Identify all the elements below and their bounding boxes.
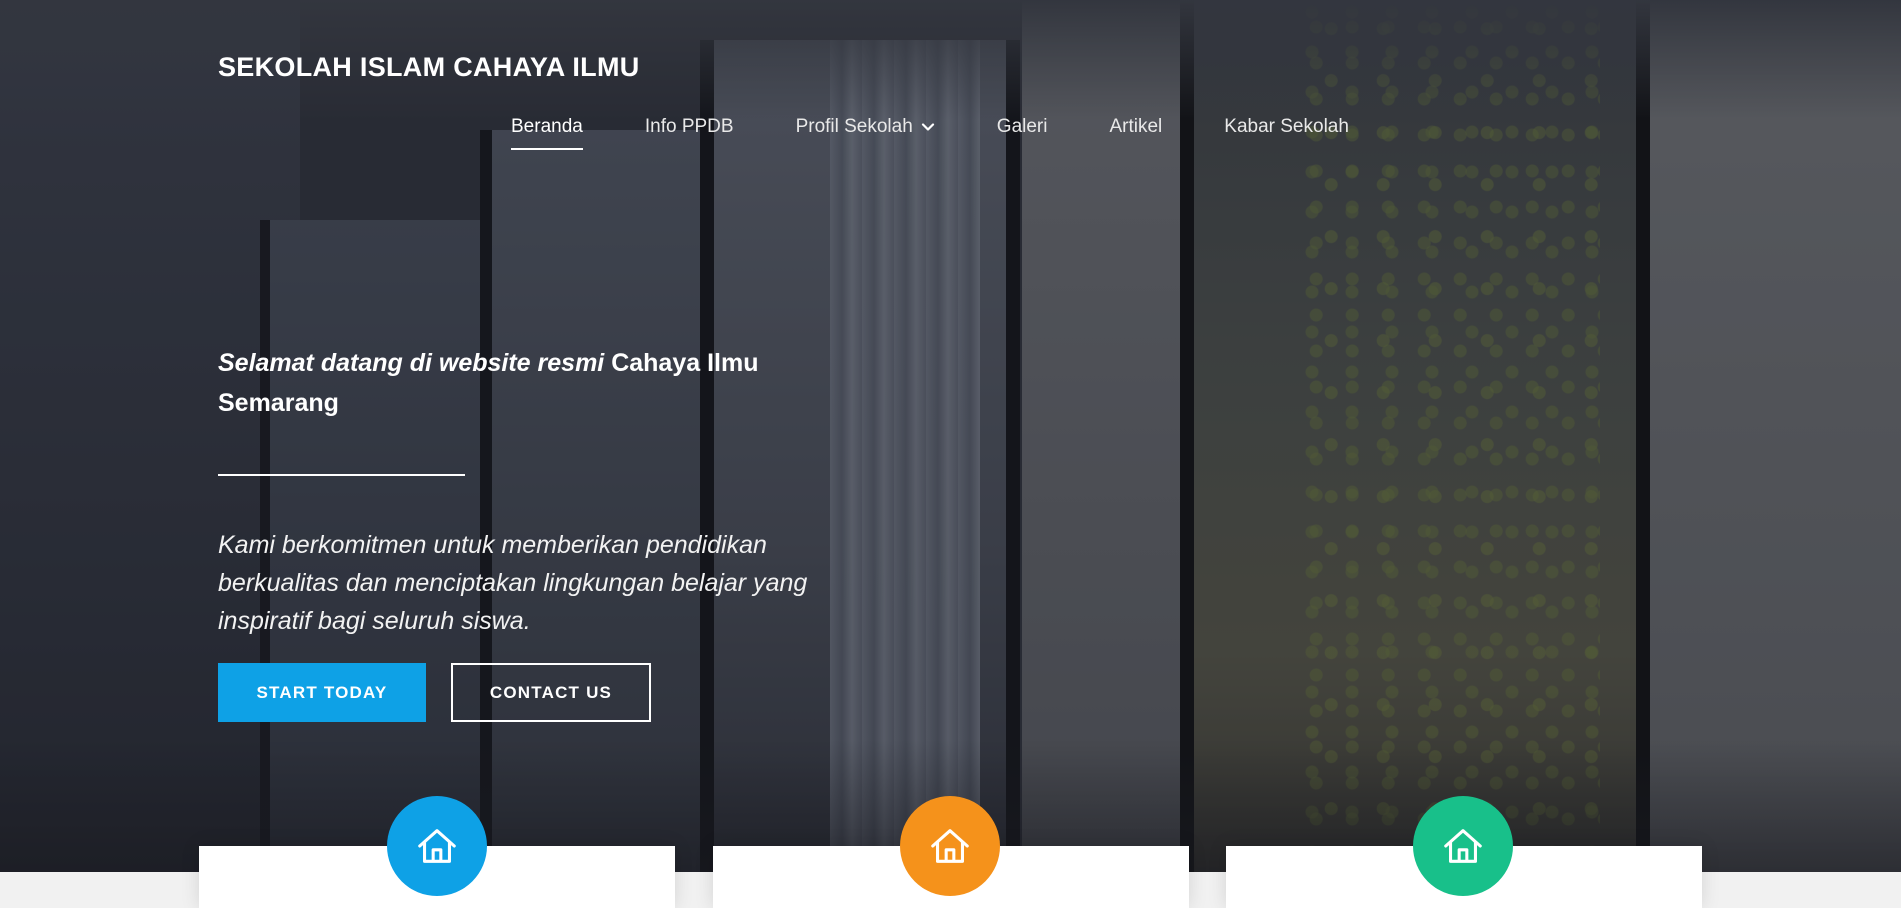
- hero-description: Kami berkomitmen untuk memberikan pendid…: [218, 531, 808, 635]
- home-icon: [418, 829, 456, 863]
- home-icon: [1444, 829, 1482, 863]
- nav-item-kabar-sekolah[interactable]: Kabar Sekolah: [1224, 116, 1349, 150]
- nav-item-label: Profil Sekolah: [795, 116, 913, 137]
- nav-item-label: Artikel: [1109, 116, 1163, 137]
- feature-icon-circle[interactable]: [900, 796, 1000, 896]
- start-today-button[interactable]: START TODAY: [218, 663, 426, 722]
- nav-item-artikel[interactable]: Artikel: [1109, 116, 1162, 150]
- nav-item-beranda[interactable]: Beranda: [511, 116, 583, 150]
- contact-us-button[interactable]: CONTACT US: [451, 663, 651, 722]
- hero-section: SEKOLAH ISLAM CAHAYA ILMU Beranda Info P…: [0, 0, 1901, 872]
- hero-title-italic: Selamat datang di website resmi: [218, 349, 605, 377]
- site-logo[interactable]: SEKOLAH ISLAM CAHAYA ILMU: [218, 52, 640, 83]
- nav-item-profil-sekolah[interactable]: Profil Sekolah: [796, 116, 935, 150]
- home-icon: [931, 829, 969, 863]
- hero-title: Selamat datang di website resmi Cahaya I…: [218, 343, 818, 423]
- hero-divider: [218, 474, 465, 476]
- main-navigation: Beranda Info PPDB Profil Sekolah Galeri …: [480, 116, 1380, 150]
- nav-item-label: Beranda: [511, 116, 583, 137]
- nav-item-galeri[interactable]: Galeri: [997, 116, 1048, 150]
- nav-item-info-ppdb[interactable]: Info PPDB: [645, 116, 734, 150]
- nav-item-label: Info PPDB: [644, 116, 734, 137]
- feature-icon-circle[interactable]: [1413, 796, 1513, 896]
- nav-item-label: Galeri: [996, 116, 1048, 137]
- chevron-down-icon: [921, 123, 934, 131]
- nav-item-label: Kabar Sekolah: [1224, 116, 1349, 137]
- feature-icon-circle[interactable]: [387, 796, 487, 896]
